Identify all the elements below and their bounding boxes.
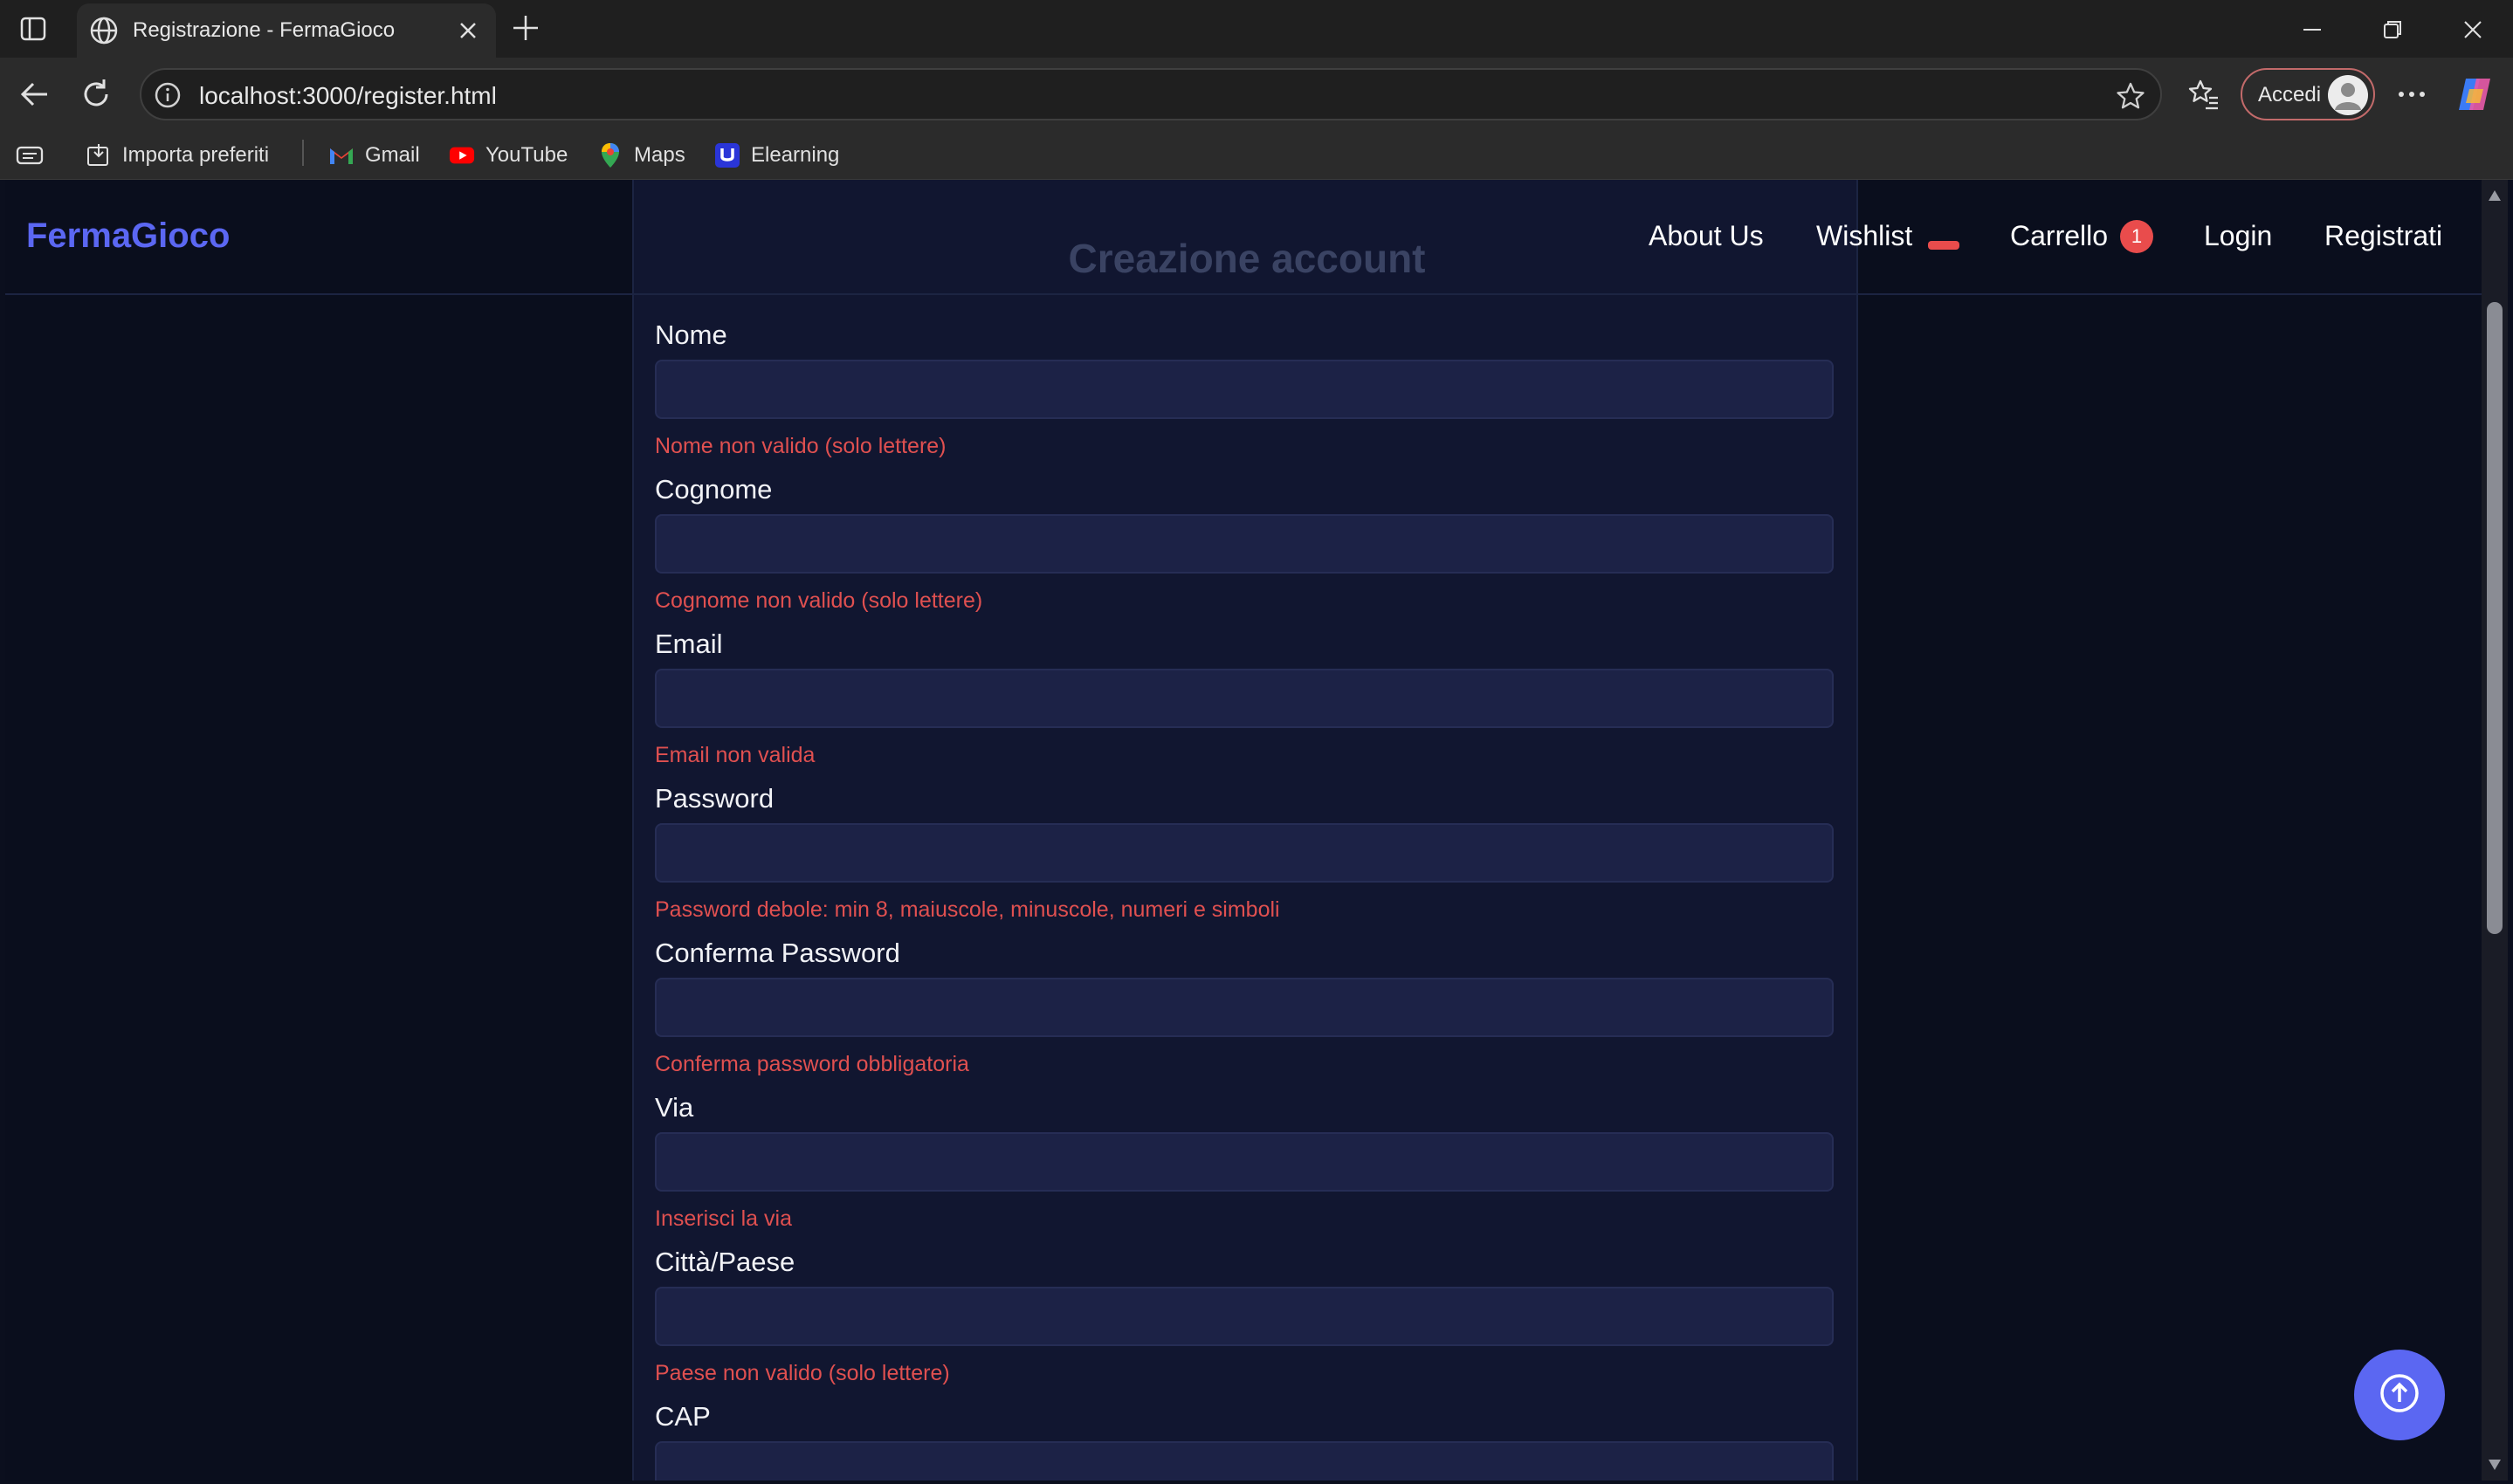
confirm-password-input[interactable] <box>655 978 1834 1037</box>
bookmark-label: Gmail <box>365 143 420 167</box>
nav-login[interactable]: Login <box>2204 213 2272 258</box>
cart-count-badge: 1 <box>2120 220 2153 253</box>
page-viewport: Creazione account FermaGioco About Us Wi… <box>5 180 2482 1481</box>
field-error: Nome non valido (solo lettere) <box>655 434 947 458</box>
field-label: Cognome <box>655 474 773 505</box>
browser-titlebar: Registrazione - FermaGioco <box>0 0 2513 58</box>
globe-icon <box>89 16 119 45</box>
import-icon <box>86 142 112 168</box>
address-bar[interactable]: localhost:3000/register.html <box>140 68 2162 120</box>
gmail-icon <box>328 142 355 168</box>
browser-toolbar: localhost:3000/register.html Accedi <box>0 58 2513 131</box>
password-input[interactable] <box>655 823 1834 883</box>
field-label: Città/Paese <box>655 1247 795 1277</box>
field-label: Nome <box>655 319 727 350</box>
tab-title: Registrazione - FermaGioco <box>133 18 396 42</box>
via-input[interactable] <box>655 1132 1834 1192</box>
back-icon[interactable] <box>16 75 54 113</box>
field-label: Via <box>655 1092 694 1123</box>
bookmarks-bar: Importa preferiti Gmail YouTube Maps Ele… <box>0 131 2513 180</box>
field-error: Paese non valido (solo lettere) <box>655 1361 950 1385</box>
more-icon[interactable] <box>2393 77 2431 112</box>
nav-carrello[interactable]: Carrello <box>2010 213 2108 258</box>
field-error: Password debole: min 8, maiuscole, minus… <box>655 897 1280 922</box>
bookmark-maps[interactable]: Maps <box>597 138 685 173</box>
browser-tab-active[interactable]: Registrazione - FermaGioco <box>77 3 496 58</box>
scroll-down-icon[interactable] <box>2487 1458 2503 1472</box>
field-label: CAP <box>655 1401 711 1432</box>
reload-icon[interactable] <box>77 75 115 113</box>
star-icon[interactable] <box>2115 80 2146 112</box>
copilot-icon[interactable] <box>2454 73 2496 115</box>
site-info-icon[interactable] <box>154 81 182 109</box>
wishlist-indicator <box>1928 241 1959 250</box>
nav-wishlist[interactable]: Wishlist <box>1816 213 1912 258</box>
minimize-icon[interactable] <box>2295 12 2330 47</box>
bookmark-label: Importa preferiti <box>122 143 270 167</box>
favorites-icon[interactable] <box>2186 77 2221 112</box>
bookmark-label: YouTube <box>485 143 568 167</box>
field-error: Conferma password obbligatoria <box>655 1052 969 1076</box>
bookmark-elearning[interactable]: Elearning <box>714 138 839 173</box>
youtube-icon <box>449 142 475 168</box>
nav-about-us[interactable]: About Us <box>1649 213 1764 258</box>
field-error: Cognome non valido (solo lettere) <box>655 588 983 613</box>
scroll-up-icon[interactable] <box>2487 189 2503 203</box>
bookmark-label: Maps <box>634 143 685 167</box>
url-text: localhost:3000/register.html <box>199 82 497 109</box>
nav-registrati[interactable]: Registrati <box>2324 213 2442 258</box>
maps-icon <box>597 142 623 168</box>
new-tab-icon[interactable] <box>510 12 541 44</box>
cap-input[interactable] <box>655 1441 1834 1481</box>
nome-input[interactable] <box>655 360 1834 419</box>
arrow-up-circle-icon <box>2377 1371 2422 1419</box>
bookmark-separator <box>302 140 304 166</box>
field-error: Email non valida <box>655 743 816 767</box>
reading-mode-icon[interactable] <box>16 138 44 173</box>
scrollbar-thumb[interactable] <box>2487 302 2503 934</box>
site-logo[interactable]: FermaGioco <box>26 213 230 258</box>
bookmark-gmail[interactable]: Gmail <box>328 138 420 173</box>
site-header: FermaGioco About Us Wishlist Carrello 1 … <box>5 180 2482 295</box>
field-label: Conferma Password <box>655 938 900 968</box>
accedi-label: Accedi <box>2258 83 2322 106</box>
restore-icon[interactable] <box>2375 12 2410 47</box>
field-error: Inserisci la via <box>655 1206 792 1231</box>
avatar <box>2328 75 2368 115</box>
page-scrollbar[interactable] <box>2482 180 2508 1481</box>
citta-input[interactable] <box>655 1287 1834 1346</box>
bookmark-label: Elearning <box>751 143 840 167</box>
bookmark-importa-preferiti[interactable]: Importa preferiti <box>86 138 269 173</box>
field-label: Password <box>655 783 775 814</box>
tab-actions-icon[interactable] <box>17 14 49 44</box>
cognome-input[interactable] <box>655 514 1834 574</box>
close-icon[interactable] <box>456 18 480 43</box>
close-window-icon[interactable] <box>2455 12 2490 47</box>
field-label: Email <box>655 629 723 659</box>
scroll-top-button[interactable] <box>2354 1350 2445 1440</box>
email-input[interactable] <box>655 669 1834 728</box>
bookmark-youtube[interactable]: YouTube <box>449 138 568 173</box>
elearning-icon <box>714 142 740 168</box>
accedi-button[interactable]: Accedi <box>2241 68 2375 120</box>
